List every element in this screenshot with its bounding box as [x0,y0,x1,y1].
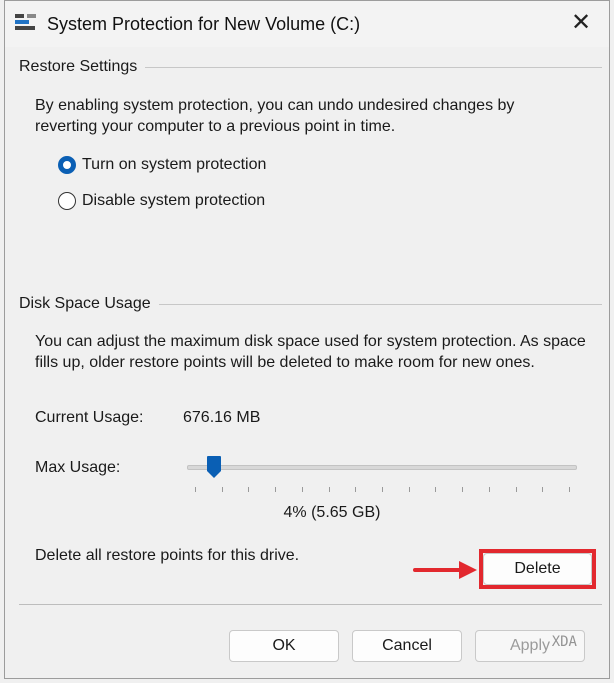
slider-tick [248,487,250,492]
radio-selected-indicator[interactable] [58,156,76,174]
restore-description-line2: reverting your computer to a previous po… [35,118,396,135]
slider-tick [301,487,303,492]
footer-divider [19,604,602,605]
max-usage-slider-thumb[interactable] [206,456,221,478]
slider-tick [542,487,544,492]
restore-settings-divider [143,67,602,68]
max-usage-slider-track[interactable] [187,465,577,470]
system-properties-icon [15,14,36,30]
cancel-button[interactable]: Cancel [352,630,462,662]
slider-tick [328,487,330,492]
disk-space-divider [147,304,602,305]
slider-tick [275,487,277,492]
current-usage-value: 676.16 MB [183,409,261,426]
current-usage-label: Current Usage: [35,409,144,426]
slider-tick [408,487,410,492]
radio-disable-protection[interactable]: Disable system protection [58,192,265,210]
slider-tick [221,487,223,492]
radio-unselected-indicator[interactable] [58,192,76,210]
watermark-text: XDA [551,634,577,650]
ok-button[interactable]: OK [229,630,339,662]
slider-tick [382,487,383,492]
slider-tick [355,487,357,492]
disk-description-line2: fills up, older restore points will be d… [35,354,535,371]
restore-description-line1: By enabling system protection, you can u… [35,97,515,114]
close-icon[interactable]: ✕ [567,9,595,37]
window-title: System Protection for New Volume (C:) [47,14,361,34]
dialog-window: System Protection for New Volume (C:) ✕ … [4,0,610,679]
delete-highlight-outline [479,549,596,589]
radio-turn-on-protection[interactable]: Turn on system protection [58,156,266,174]
arrow-annotation-icon [413,561,477,579]
title-bar[interactable]: System Protection for New Volume (C:) ✕ [5,1,609,47]
delete-description: Delete all restore points for this drive… [35,547,300,564]
max-usage-label: Max Usage: [35,459,121,476]
radio-label-disable: Disable system protection [82,192,266,209]
disk-description-line1: You can adjust the maximum disk space us… [35,333,586,350]
xda-watermark: XDA [552,634,577,650]
restore-settings-heading: Restore Settings [19,58,146,76]
slider-tick [515,487,517,492]
slider-tick [569,487,570,492]
disk-space-heading: Disk Space Usage [19,295,159,313]
slider-tick [195,487,196,492]
max-usage-percent: 4% (5.65 GB) [283,504,381,521]
slider-tick [488,487,490,492]
slider-tick [462,487,464,492]
slider-tick [435,487,437,492]
radio-label-turn-on: Turn on system protection [82,156,267,173]
